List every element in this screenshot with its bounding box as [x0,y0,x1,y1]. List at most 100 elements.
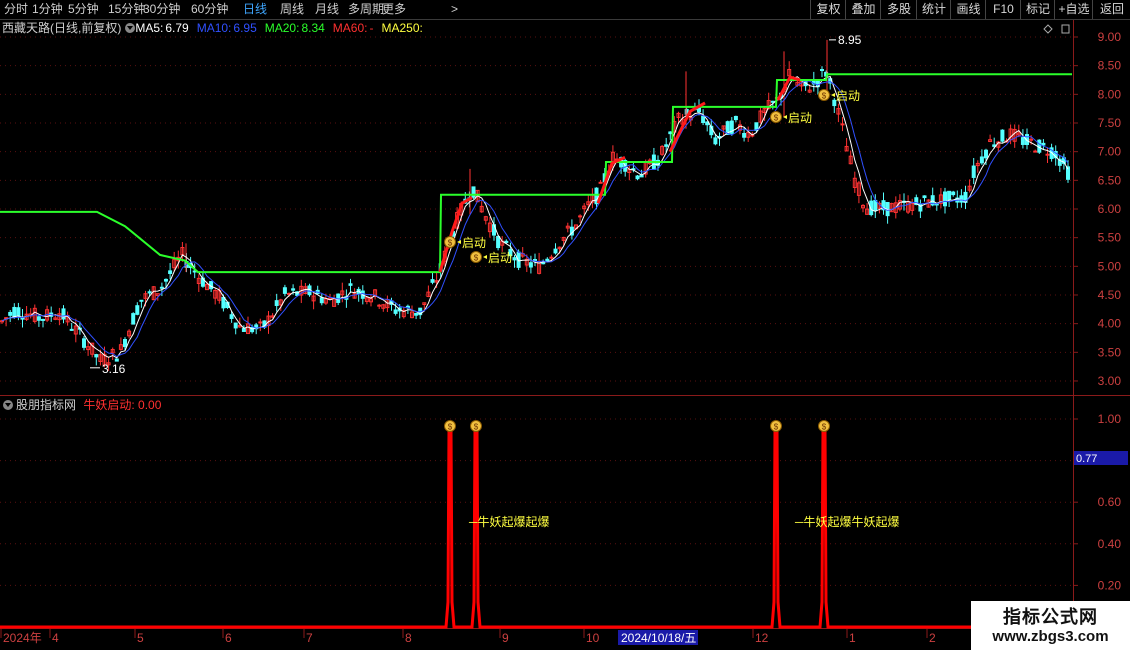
time-label: 8 [405,631,412,645]
candle-body [393,309,398,314]
money-bag-icon: $ [774,114,779,123]
price-tick-label: 7.50 [1098,116,1122,130]
time-label: 10 [586,631,600,645]
candle-body [820,69,824,72]
candle-body [41,318,45,321]
cursor-date: 2024/10/18/五 [621,631,696,645]
candle-body [36,316,41,321]
signal-arrow-icon [483,255,487,259]
money-bag-icon: $ [448,423,453,432]
price-tick-label: 4.00 [1098,317,1122,331]
candle-body [541,262,546,265]
time-label: 1 [849,631,856,645]
signal-text: 启动 [488,251,512,265]
kline-chart[interactable]: 9.00 8.50 8.00 7.50 7.00 6.50 6.00 5.50 5.00 4.50… [0,0,1130,650]
candle-body [1045,153,1050,156]
price-tick-label: 5.00 [1098,259,1122,273]
candle-body [549,256,554,259]
candle-body [528,262,533,268]
candle-body [274,300,279,306]
candle-body [512,257,517,261]
money-bag-icon: $ [474,423,479,432]
candle-body [635,175,640,180]
candle-body [1020,137,1025,145]
candle-body [951,191,956,196]
time-label: 5 [137,631,144,645]
price-tick-label: 6.50 [1098,173,1122,187]
candle-body [947,190,952,201]
candle-body [233,322,238,329]
candle-body [82,338,86,348]
candle-body [1037,139,1042,153]
signal-arrow-icon [831,93,835,97]
candle-body [713,137,718,145]
price-tick-label: 9.00 [1098,30,1122,44]
sub-tick-label: 0.60 [1098,495,1122,509]
price-tick-label: 4.50 [1098,288,1122,302]
candle-body [922,195,927,199]
price-tick-label: 3.00 [1098,374,1122,388]
candle-body [971,165,976,178]
price-tick-label: 8.00 [1098,87,1122,101]
annotation-text: ─牛妖起爆起爆 [468,514,550,529]
signal-text: 启动 [462,236,486,250]
time-label: 6 [225,631,232,645]
candle-body [979,156,984,164]
candle-body [1041,142,1046,146]
watermark-title: 指标公式网 [1003,607,1098,627]
money-bag-icon: $ [448,239,453,248]
candle-body [8,311,13,316]
candle-body [241,328,246,332]
price-tick-label: 7.00 [1098,145,1122,159]
ma20-line [0,73,1072,274]
money-bag-icon: $ [474,254,479,263]
candle-body [282,287,287,294]
price-tick-label: 8.50 [1098,59,1122,73]
time-label: 9 [502,631,509,645]
diamond-icon[interactable] [1043,24,1053,34]
ma10-line [1,80,1069,358]
low-price-label: 3.16 [102,362,126,376]
candle-body [430,279,435,283]
price-tick-label: 5.50 [1098,231,1122,245]
candle-body [94,354,99,358]
candle-body [69,328,74,331]
candle-body [12,306,17,318]
candle-body [733,115,738,121]
ma5-line [1,75,1069,359]
candle-body [291,288,296,291]
current-value-text: 0.77 [1076,453,1097,465]
candle-body [545,258,550,262]
candle-body [131,313,136,325]
candle-body [553,248,558,254]
time-label: 2024年 [3,631,42,645]
candle-body [414,312,419,316]
candle-body [1000,129,1005,142]
candle-body [139,299,144,302]
candle-body [664,144,669,147]
candle-body [598,181,603,184]
candle-body [61,308,66,320]
candle-body [496,235,501,249]
money-bag-icon: $ [822,92,827,101]
money-bag-icon: $ [774,423,779,432]
candle-body [258,321,263,324]
candle-body [701,115,706,124]
price-tick-label: 3.50 [1098,345,1122,359]
time-label: 7 [306,631,313,645]
candle-body [943,191,947,207]
candle-body [123,339,127,348]
candle-body [840,123,845,126]
candle-body [668,131,673,135]
money-bag-icon: $ [822,423,827,432]
signal-text: 启动 [836,89,860,103]
candle-body [114,358,119,362]
sub-tick-label: 0.40 [1098,537,1122,551]
candle-body [164,278,168,282]
time-label: 4 [52,631,59,645]
window-icon[interactable] [1061,24,1070,34]
candle-body [16,307,21,317]
candle-body [578,215,583,218]
watermark: 指标公式网 www.zbgs3.com [971,601,1130,650]
signal-text: 启动 [788,111,812,125]
